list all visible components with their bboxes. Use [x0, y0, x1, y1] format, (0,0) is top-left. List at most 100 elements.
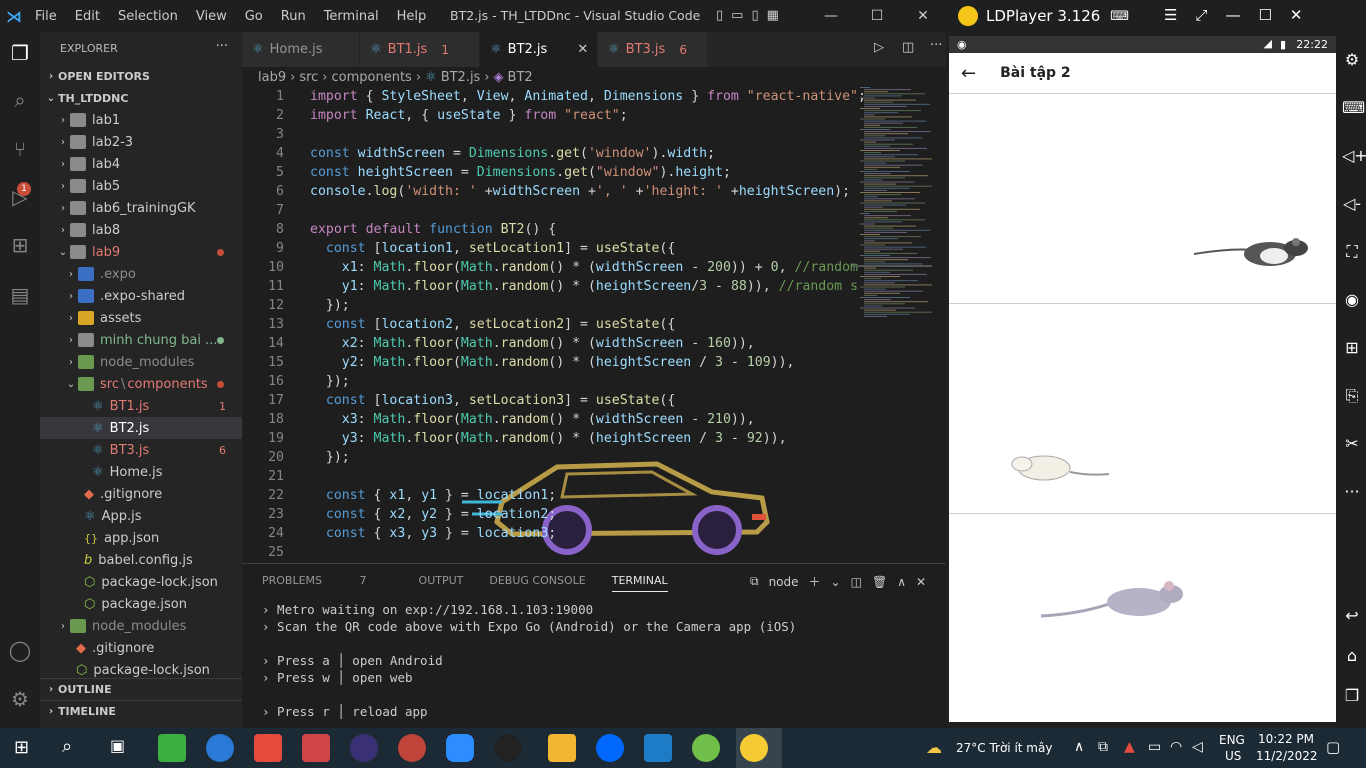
- tree-file-bt1[interactable]: ⚛ BT1.js 1: [40, 395, 242, 417]
- app-icon-zalo[interactable]: [596, 734, 624, 762]
- terminal-name[interactable]: node: [769, 575, 799, 589]
- settings-gear-icon[interactable]: ⚙: [1342, 50, 1362, 70]
- notification-icon[interactable]: ▢: [1326, 738, 1340, 756]
- toggle-primary-sidebar-icon[interactable]: ▯: [716, 8, 723, 23]
- close-icon[interactable]: ✕: [900, 8, 946, 24]
- app-icon-green[interactable]: [158, 734, 186, 762]
- toggle-secondary-sidebar-icon[interactable]: ▯: [751, 8, 758, 23]
- scissors-icon[interactable]: ✂: [1342, 434, 1362, 454]
- network-icon[interactable]: ⧉: [1098, 739, 1108, 755]
- tab-bt1[interactable]: ⚛Home.jsBT1.js1: [360, 32, 480, 67]
- docker-icon[interactable]: ▤: [5, 280, 35, 310]
- tab-bt2[interactable]: ⚛ BT2.js ✕: [480, 32, 598, 67]
- tree-file-app-json[interactable]: {} app.json: [40, 527, 242, 549]
- menu-help[interactable]: Help: [388, 9, 436, 24]
- outline-section[interactable]: › OUTLINE: [40, 678, 242, 700]
- tree-folder-minh-chung[interactable]: › minh chung bai ...: [40, 329, 242, 351]
- tree-file-bt3[interactable]: ⚛ BT3.js 6: [40, 439, 242, 461]
- chevron-up-icon[interactable]: ∧: [1074, 739, 1084, 755]
- breadcrumb-item[interactable]: BT2: [508, 70, 533, 85]
- language-code[interactable]: ENG: [1219, 733, 1245, 747]
- app-icon-eclipse[interactable]: [350, 734, 378, 762]
- fullscreen-icon[interactable]: ⤢: [1195, 6, 1207, 24]
- maximize-icon[interactable]: ☐: [1258, 6, 1271, 24]
- volume-up-icon[interactable]: ◁+: [1342, 146, 1366, 166]
- app-icon-zoom[interactable]: [446, 734, 474, 762]
- minimize-icon[interactable]: —: [1225, 6, 1240, 24]
- toggle-panel-icon[interactable]: ▭: [731, 8, 743, 23]
- settings-gear-icon[interactable]: ⚙: [5, 684, 35, 714]
- tree-folder-expo[interactable]: › .expo: [40, 263, 242, 285]
- explorer-icon[interactable]: ❐: [5, 38, 35, 68]
- tree-folder-lab4[interactable]: › lab4: [40, 153, 242, 175]
- code-editor[interactable]: 1 2 3 4 5 6 7 8 9 10 11 12 13 14 15 16 1…: [242, 87, 946, 563]
- breadcrumb-item[interactable]: lab9: [258, 70, 286, 85]
- split-editor-icon[interactable]: ◫: [902, 40, 914, 55]
- workspace-section[interactable]: ⌄ TH_LTDDNC: [40, 87, 242, 109]
- menu-go[interactable]: Go: [236, 9, 272, 24]
- tree-file-gitignore-root[interactable]: ◆ .gitignore: [40, 637, 242, 659]
- tree-file-app-js[interactable]: ⚛ App.js: [40, 505, 242, 527]
- trash-icon[interactable]: 🗑: [872, 575, 887, 589]
- menu-icon[interactable]: ☰: [1164, 6, 1177, 24]
- multi-instance-icon[interactable]: ⊞: [1342, 338, 1362, 358]
- language-region[interactable]: US: [1225, 749, 1241, 763]
- tree-folder-lab5[interactable]: › lab5: [40, 175, 242, 197]
- split-terminal-icon[interactable]: ◫: [851, 575, 862, 589]
- tree-folder-lab1[interactable]: › lab1: [40, 109, 242, 131]
- wifi-icon[interactable]: ◠: [1170, 739, 1182, 755]
- clock-date[interactable]: 11/2/2022: [1256, 749, 1318, 763]
- more-icon[interactable]: ···: [1342, 482, 1362, 502]
- tab-output[interactable]: OUTPUT: [419, 574, 464, 592]
- speaker-icon[interactable]: ◁: [1192, 739, 1203, 755]
- tree-folder-expo-shared[interactable]: › .expo-shared: [40, 285, 242, 307]
- menu-run[interactable]: Run: [272, 9, 315, 24]
- breadcrumb-item[interactable]: BT2.js: [441, 70, 481, 85]
- app-icon-puzzle[interactable]: [302, 734, 330, 762]
- tab-terminal[interactable]: TERMINAL: [611, 574, 668, 592]
- menu-file[interactable]: File: [26, 9, 66, 24]
- search-icon[interactable]: ⌕: [5, 85, 35, 115]
- menu-selection[interactable]: Selection: [109, 9, 187, 24]
- app-icon-github[interactable]: [494, 734, 522, 762]
- menu-edit[interactable]: Edit: [66, 9, 109, 24]
- tab-bt3[interactable]: ⚛ BT3.js 6: [598, 32, 708, 67]
- gamepad-icon[interactable]: ⌨: [1110, 9, 1129, 24]
- volume-down-icon[interactable]: ◁-: [1342, 194, 1362, 214]
- tab-debug-console[interactable]: DEBUG CONSOLE: [489, 574, 585, 592]
- tab-home[interactable]: ⚛ Home.js: [242, 32, 360, 67]
- apk-install-icon[interactable]: ⎘: [1342, 386, 1362, 406]
- app-icon-explorer[interactable]: [548, 734, 576, 762]
- record-icon[interactable]: ◉: [1342, 290, 1362, 310]
- tree-file-babel[interactable]: b babel.config.js: [40, 549, 242, 571]
- warning-icon[interactable]: ▲: [1124, 739, 1135, 755]
- tree-folder-lab8[interactable]: › lab8: [40, 219, 242, 241]
- task-view-icon[interactable]: ▣: [110, 736, 125, 755]
- run-debug-icon[interactable]: ▷: [5, 182, 35, 212]
- app-icon-android-studio[interactable]: [692, 734, 720, 762]
- minimize-icon[interactable]: —: [808, 8, 854, 24]
- run-code-icon[interactable]: ▷: [874, 40, 884, 55]
- timeline-section[interactable]: › TIMELINE: [40, 700, 242, 722]
- windows-start-icon[interactable]: ⊞: [14, 737, 29, 758]
- close-tab-icon[interactable]: ✕: [577, 42, 588, 57]
- tree-folder-assets[interactable]: › assets: [40, 307, 242, 329]
- maximize-icon[interactable]: ☐: [854, 8, 900, 24]
- chevron-down-icon[interactable]: ⌄: [831, 575, 841, 589]
- tree-file-package-lock[interactable]: ⬡ package-lock.json: [40, 571, 242, 593]
- minimap[interactable]: [852, 87, 932, 563]
- tree-folder-lab2-3[interactable]: › lab2-3: [40, 131, 242, 153]
- source-control-icon[interactable]: ⑂: [5, 134, 35, 164]
- home-icon[interactable]: ⌂: [1342, 646, 1362, 666]
- clock-time[interactable]: 10:22 PM: [1258, 732, 1314, 746]
- extensions-icon[interactable]: ⊞: [5, 230, 35, 260]
- tree-folder-lab9[interactable]: ⌄ lab9: [40, 241, 242, 263]
- tree-file-package[interactable]: ⬡ package.json: [40, 593, 242, 615]
- close-panel-icon[interactable]: ✕: [916, 575, 926, 589]
- keyboard-icon[interactable]: ⌨: [1342, 98, 1365, 118]
- tree-folder-lab6[interactable]: › lab6_trainingGK: [40, 197, 242, 219]
- tree-file-gitignore[interactable]: ◆ .gitignore: [40, 483, 242, 505]
- app-icon-word[interactable]: [206, 734, 234, 762]
- maximize-panel-icon[interactable]: ∧: [897, 575, 906, 589]
- open-editors-section[interactable]: › OPEN EDITORS: [40, 65, 242, 87]
